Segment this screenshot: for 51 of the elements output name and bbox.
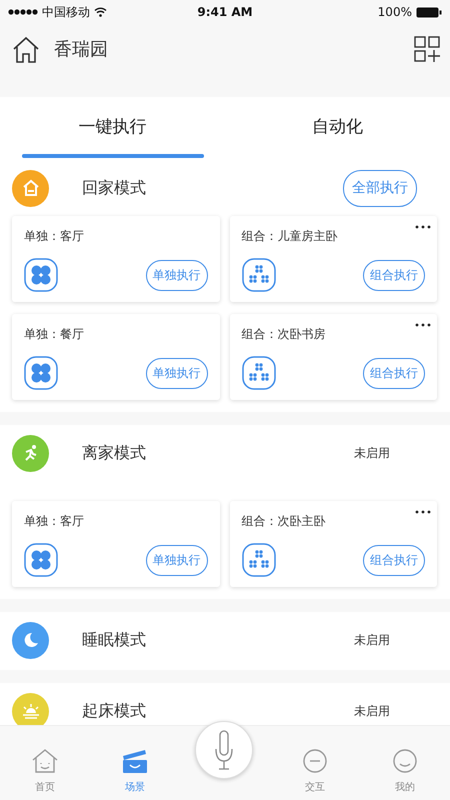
house-icon	[22, 179, 40, 197]
house-icon	[31, 748, 59, 774]
dots-grid-icon	[242, 356, 276, 390]
signal-icon	[8, 9, 38, 15]
wifi-icon	[94, 7, 107, 17]
run-button[interactable]: 单独执行	[146, 358, 208, 388]
more-icon[interactable]	[415, 323, 431, 327]
house-icon[interactable]	[12, 36, 40, 64]
dots-grid-icon	[242, 543, 276, 577]
moon-icon	[22, 631, 40, 649]
tab-bar-item[interactable]: 我的	[360, 726, 450, 800]
task-label: 单独：客厅	[24, 228, 85, 245]
task-label: 单独：餐厅	[24, 326, 85, 343]
fan-icon	[24, 258, 58, 292]
clapperboard-icon	[121, 748, 149, 774]
smiley-icon	[391, 748, 419, 774]
run-button[interactable]: 单独执行	[146, 544, 208, 576]
scene-name: 离家模式	[82, 442, 147, 464]
fan-icon	[24, 543, 58, 577]
scene-name: 起床模式	[82, 700, 147, 722]
scene-name: 回家模式	[82, 178, 147, 198]
tab[interactable]: 自动化	[225, 97, 450, 160]
sunrise-icon	[20, 703, 40, 719]
microphone-icon	[214, 729, 234, 771]
run-button[interactable]: 单独执行	[146, 260, 208, 290]
run-button[interactable]: 组合执行	[363, 544, 425, 576]
scene-status: 未启用	[354, 444, 390, 462]
run-all-button[interactable]: 全部执行	[343, 170, 417, 206]
fan-icon	[24, 356, 58, 390]
run-button[interactable]: 组合执行	[363, 260, 425, 290]
tab[interactable]: 一键执行	[0, 97, 225, 160]
battery-percent: 100%	[378, 5, 412, 19]
scene-status: 未启用	[354, 632, 390, 648]
more-icon[interactable]	[415, 225, 431, 229]
dots-grid-icon	[242, 258, 276, 292]
task-label: 组合：儿童房主卧	[242, 228, 338, 245]
home-title: 香瑞园	[54, 38, 109, 62]
run-button[interactable]: 组合执行	[363, 358, 425, 388]
more-icon[interactable]	[415, 510, 431, 514]
tab-bar-item[interactable]: 首页	[0, 726, 90, 800]
task-label: 组合：次卧书房	[242, 326, 326, 343]
scene-name: 睡眠模式	[82, 630, 147, 650]
clock-time: 9:41 AM	[197, 5, 253, 19]
add-grid-icon[interactable]	[414, 36, 440, 62]
task-label: 组合：次卧主卧	[242, 513, 326, 530]
scene-status: 未启用	[354, 702, 390, 720]
carrier-name: 中国移动	[42, 4, 90, 20]
task-label: 单独：客厅	[24, 513, 85, 530]
tab-bar-item[interactable]: 交互	[270, 726, 360, 800]
battery-icon	[416, 6, 442, 18]
tab-bar-item[interactable]: 场景	[90, 726, 180, 800]
